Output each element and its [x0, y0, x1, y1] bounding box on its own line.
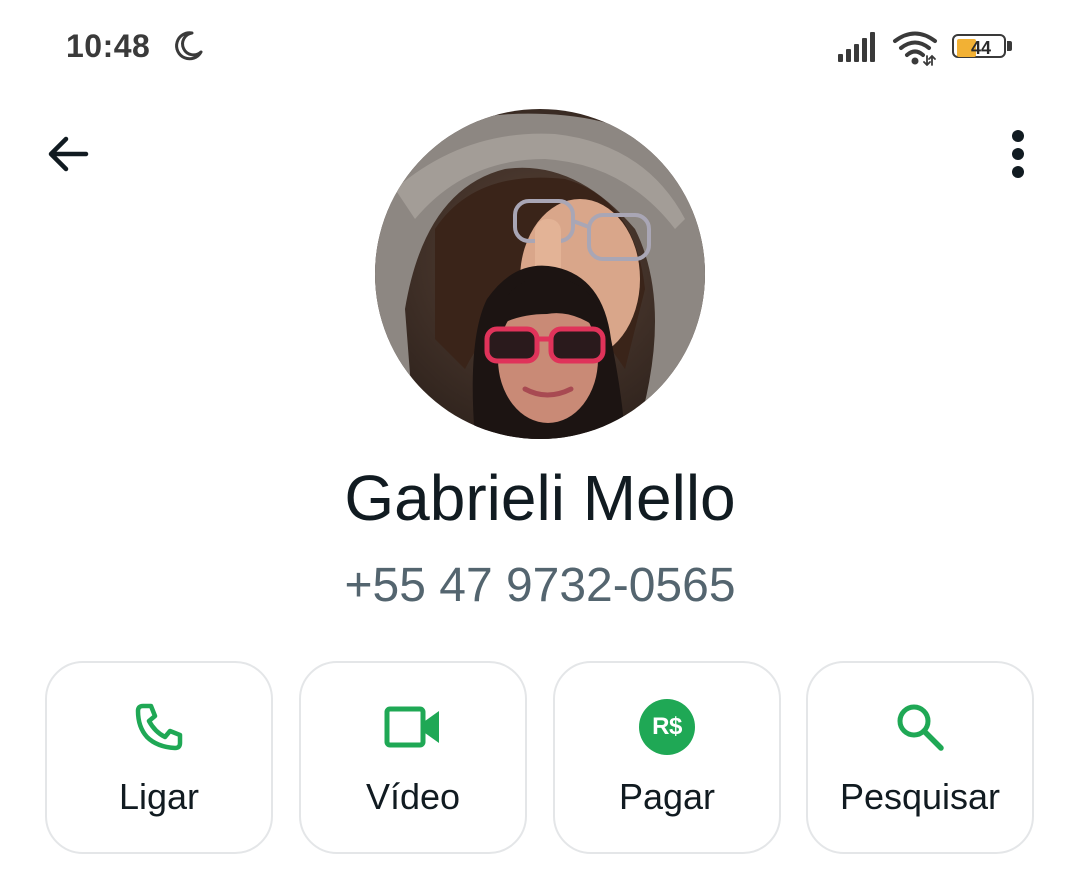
- contact-phone: +55 47 9732-0565: [344, 559, 736, 612]
- search-button[interactable]: Pesquisar: [806, 661, 1034, 854]
- contact-name: Gabrieli Mello: [344, 462, 736, 534]
- wifi-icon: [892, 30, 938, 67]
- moon-icon: [170, 28, 206, 64]
- video-button[interactable]: Vídeo: [299, 661, 527, 854]
- brl-payment-icon: R$: [639, 699, 695, 755]
- search-label: Pesquisar: [839, 776, 1001, 817]
- signal-icon: [836, 32, 880, 62]
- more-options-button[interactable]: [990, 122, 1046, 186]
- video-camera-icon: [384, 706, 439, 748]
- more-vertical-icon: [1012, 130, 1024, 178]
- battery-icon: 44: [952, 34, 1014, 62]
- video-label: Vídeo: [365, 776, 461, 817]
- call-label: Ligar: [118, 776, 200, 817]
- back-button[interactable]: [36, 122, 100, 186]
- battery-level: 44: [970, 38, 992, 58]
- pay-button[interactable]: R$ Pagar: [553, 661, 781, 854]
- arrow-left-icon: [48, 136, 89, 172]
- search-icon: [897, 704, 944, 751]
- phone-icon: [135, 703, 183, 751]
- status-bar: 10:48 44: [0, 0, 1080, 96]
- call-button[interactable]: Ligar: [45, 661, 273, 854]
- pay-label: Pagar: [618, 776, 716, 817]
- contact-avatar[interactable]: [375, 109, 705, 439]
- status-time: 10:48: [66, 28, 151, 64]
